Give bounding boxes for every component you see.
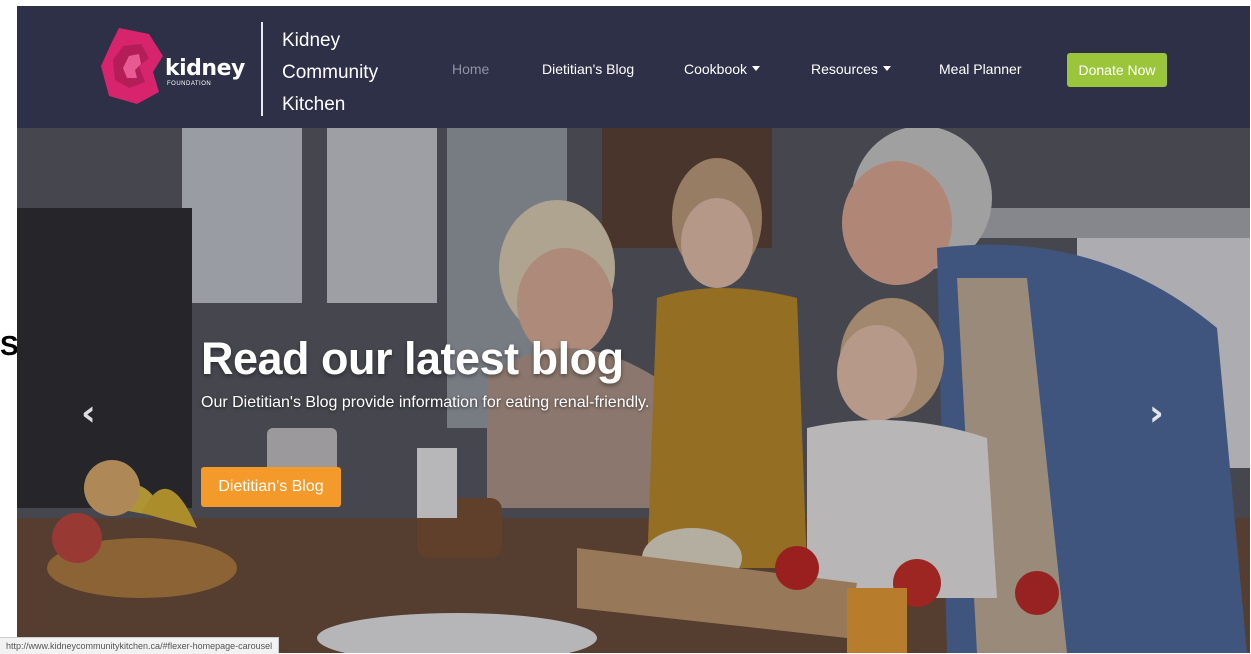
logo-wordmark: kidney [165,56,245,81]
nav-cookbook[interactable]: Cookbook [684,61,761,77]
site-title-line1: Kidney [282,30,341,51]
edge-glyph: S [0,330,19,361]
status-bar-url: http://www.kidneycommunitykitchen.ca/#fl… [0,637,280,654]
hero-subtitle: Our Dietitian's Blog provide information… [201,394,650,411]
chevron-left-icon[interactable]: ‹ [81,393,96,434]
dietitians-blog-button[interactable]: Dietitian's Blog [201,467,341,507]
hero-title: Read our latest blog [201,333,624,384]
nav-resources-label: Resources [811,61,878,77]
kidney-logo-icon [101,28,163,104]
brand-divider [261,22,263,116]
browser-viewport: kidney FOUNDATION Kidney Community Kitch… [17,6,1250,653]
nav-cookbook-label: Cookbook [684,61,748,77]
navbar: kidney FOUNDATION Kidney Community Kitch… [17,6,1250,128]
nav-resources[interactable]: Resources [811,61,891,77]
chevron-right-icon[interactable]: › [1149,393,1164,434]
nav-home[interactable]: Home [452,61,489,77]
caret-down-icon [882,66,891,71]
nav-dietitians-blog[interactable]: Dietitian's Blog [542,61,634,77]
caret-down-icon [752,66,761,71]
hero-carousel: Read our latest blog Our Dietitian's Blo… [17,128,1250,653]
logo-subtext: FOUNDATION [167,81,212,87]
site-title[interactable]: Kidney Community Kitchen [282,25,422,121]
hero-photo [17,128,1250,653]
site-title-line3: Kitchen [282,94,346,115]
nav-meal-planner[interactable]: Meal Planner [939,61,1022,77]
site-title-line2: Community [282,62,379,83]
donate-now-button[interactable]: Donate Now [1067,53,1167,87]
